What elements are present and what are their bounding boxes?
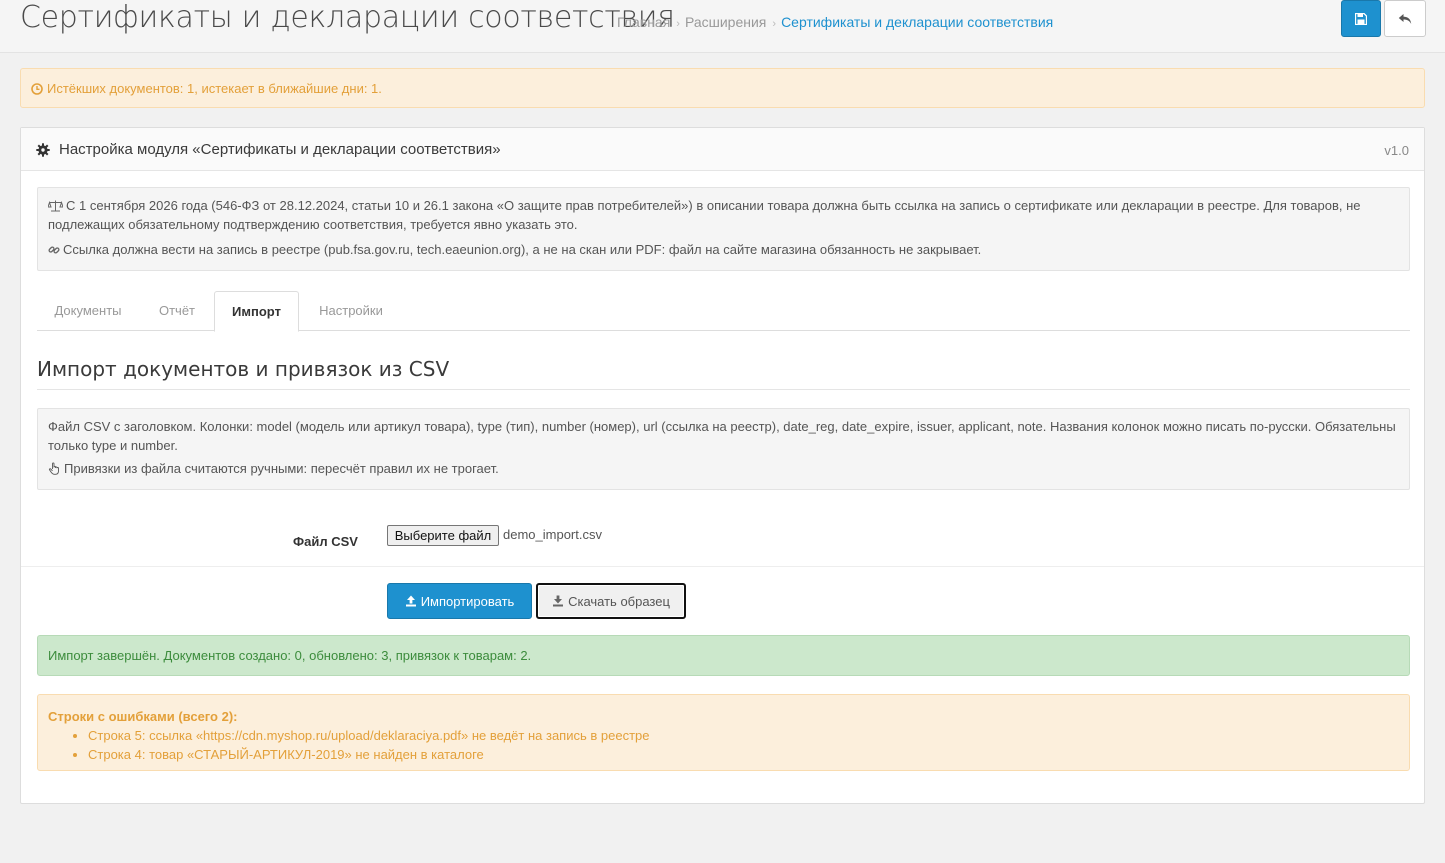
download-sample-button[interactable]: Скачать образец	[536, 583, 686, 619]
balance-scale-icon	[48, 200, 63, 212]
error-item: Строка 5: ссылка «https://cdn.myshop.ru/…	[88, 726, 1399, 745]
errors-title: Строки с ошибками (всего 2):	[48, 709, 238, 724]
link-icon	[48, 246, 60, 254]
cog-icon	[36, 143, 50, 157]
breadcrumb: Главная › Расширения › Сертификаты и деклара…	[617, 14, 1053, 30]
law-notice: С 1 сентября 2026 года (546-ФЗ от 28.12.…	[37, 187, 1410, 271]
reply-icon	[1398, 13, 1412, 24]
tab-documents[interactable]: Документы	[37, 291, 139, 331]
csv-file-label: Файл CSV	[293, 534, 358, 549]
breadcrumb-current[interactable]: Сертификаты и декларации соответствия	[781, 14, 1053, 30]
law-notice-line: Ссылка должна вести на запись в реестре …	[48, 240, 1399, 259]
choose-file-button[interactable]: Выберите файл	[387, 525, 499, 546]
breadcrumb-separator-icon: ›	[772, 18, 777, 30]
tab-import[interactable]: Импорт	[214, 291, 299, 332]
upload-icon	[405, 595, 416, 607]
expire-alert-text: Истёкших документов: 1, истекает в ближа…	[47, 81, 382, 96]
tab-report[interactable]: Отчёт	[141, 291, 213, 331]
tab-settings[interactable]: Настройки	[301, 291, 401, 331]
import-button[interactable]: Импортировать	[387, 583, 532, 619]
errors-list: Строка 5: ссылка «https://cdn.myshop.ru/…	[48, 726, 1399, 764]
page-title: Сертификаты и декларации соответствия	[20, 0, 675, 35]
expire-alert: Истёкших документов: 1, истекает в ближа…	[20, 68, 1425, 108]
module-version: v1.0	[1384, 143, 1409, 158]
import-heading: Импорт документов и привязок из CSV	[37, 357, 1410, 390]
settings-panel: Настройка модуля «Сертификаты и декларац…	[20, 127, 1425, 804]
module-tabs: Документы Отчёт Импорт Настройки	[37, 291, 1410, 332]
panel-heading: Настройка модуля «Сертификаты и декларац…	[21, 128, 1424, 171]
breadcrumb-extensions[interactable]: Расширения	[685, 14, 766, 30]
page-header: Сертификаты и декларации соответствия Гл…	[0, 0, 1445, 53]
breadcrumb-home[interactable]: Главная	[617, 14, 670, 30]
import-errors-alert: Строки с ошибками (всего 2): Строка 5: с…	[37, 694, 1410, 771]
panel-title: Настройка модуля «Сертификаты и декларац…	[59, 141, 501, 158]
error-item: Строка 4: товар «СТАРЫЙ-АРТИКУЛ-2019» не…	[88, 745, 1399, 764]
selected-file-name: demo_import.csv	[503, 527, 602, 542]
save-button[interactable]	[1341, 0, 1381, 37]
law-notice-line: С 1 сентября 2026 года (546-ФЗ от 28.12.…	[48, 198, 1361, 232]
save-icon	[1355, 12, 1367, 25]
import-success-alert: Импорт завершён. Документов создано: 0, …	[37, 635, 1410, 676]
back-button[interactable]	[1384, 0, 1426, 37]
csv-info: Файл CSV с заголовком. Колонки: model (м…	[37, 408, 1410, 490]
hand-pointer-icon	[48, 462, 59, 475]
download-icon	[553, 595, 564, 607]
csv-info-line: Привязки из файла считаются ручными: пер…	[48, 459, 1399, 478]
clock-icon	[31, 83, 43, 95]
form-divider	[21, 566, 1424, 567]
breadcrumb-separator-icon: ›	[676, 18, 680, 30]
csv-info-line: Файл CSV с заголовком. Колонки: model (м…	[48, 419, 1396, 453]
